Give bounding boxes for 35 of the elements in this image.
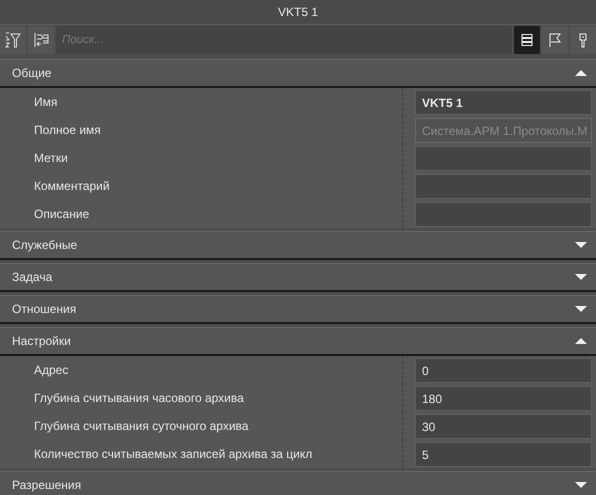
expand-icon xyxy=(575,305,587,313)
property-label: Описание xyxy=(33,206,90,223)
flag-icon[interactable] xyxy=(542,26,568,54)
sort-filter-icon[interactable] xyxy=(0,26,26,54)
property-value-field[interactable]: 180 xyxy=(415,386,592,411)
section-header[interactable]: Общие xyxy=(0,59,596,88)
property-label: Глубина считывания часового архива xyxy=(33,390,245,407)
collapse-icon xyxy=(575,337,587,345)
expand-icon xyxy=(575,241,587,249)
section-header[interactable]: Отношения xyxy=(0,295,596,324)
section-header[interactable]: Настройки xyxy=(0,327,596,356)
property-label: Комментарий xyxy=(33,178,111,195)
property-value-field[interactable]: 5 xyxy=(415,442,592,467)
section-header[interactable]: Служебные xyxy=(0,231,596,260)
key-icon[interactable] xyxy=(570,26,596,54)
expand-icon xyxy=(575,481,587,489)
collapse-icon xyxy=(575,69,587,77)
property-value-field[interactable]: 0 xyxy=(415,358,592,383)
section-header[interactable]: Задача xyxy=(0,263,596,292)
property-value-field[interactable]: VKT5 1 xyxy=(415,90,592,115)
property-value-field[interactable] xyxy=(415,202,592,227)
property-label: Полное имя xyxy=(33,122,102,139)
property-label: Количество считываемых записей архива за цикл xyxy=(33,446,314,463)
list-view-icon[interactable] xyxy=(514,26,540,54)
expand-icon xyxy=(575,273,587,281)
property-label: Адрес xyxy=(33,362,70,379)
window-title: VKT5 1 xyxy=(278,5,318,19)
property-value-field[interactable] xyxy=(415,146,592,171)
section-header[interactable]: Разрешения xyxy=(0,471,596,495)
property-value-field[interactable] xyxy=(415,174,592,199)
property-label: Глубина считывания суточного архива xyxy=(33,418,250,435)
expand-collapse-icon[interactable] xyxy=(28,26,54,54)
property-label: Имя xyxy=(33,94,58,111)
property-value-field[interactable]: 30 xyxy=(415,414,592,439)
property-label: Метки xyxy=(33,150,69,167)
